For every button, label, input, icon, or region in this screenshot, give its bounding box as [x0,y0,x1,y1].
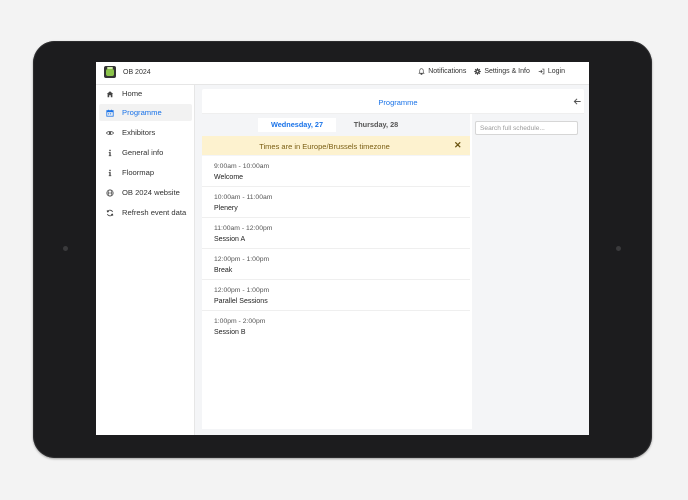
home-icon [106,90,114,97]
arrow-left-icon[interactable] [573,97,582,106]
session-item[interactable]: 12:00pm - 1:00pm Parallel Sessions [202,280,470,311]
sidebar-item-label: Programme [122,108,162,117]
gear-icon [474,68,482,75]
close-icon[interactable]: ✕ [454,140,462,151]
login-button[interactable]: Login [538,68,565,75]
session-name: Plenery [214,205,238,212]
sidebar-item-programme[interactable]: Programme [99,104,192,121]
sign-in-icon [538,68,545,75]
camera-left [63,246,68,251]
sidebar-item-label: Home [122,89,143,98]
session-item[interactable]: 1:00pm - 2:00pm Session B [202,311,470,342]
bell-icon [418,68,425,75]
list-background [202,339,470,429]
session-time: 11:00am - 12:00pm [214,225,273,232]
session-name: Session A [214,236,246,243]
day-tabs: Wednesday, 27 Thursday, 28 [202,114,470,136]
top-actions: Notifications Settings & Info Login [418,68,565,75]
sidebar-item-website[interactable]: OB 2024 website [99,184,192,201]
sidebar-item-label: Floormap [122,168,155,177]
session-name: Session B [214,329,246,336]
sidebar-item-label: Exhibitors [122,128,156,137]
sidebar: Home Programme Exhibitors General info F… [96,85,195,435]
page-title: Programme [378,98,418,107]
globe-icon [106,188,114,197]
settings-info-label: Settings & Info [484,68,530,75]
session-time: 9:00am - 10:00am [214,163,270,170]
schedule-area: Wednesday, 27 Thursday, 28 Times are in … [202,114,470,429]
session-time: 12:00pm - 1:00pm [214,256,270,263]
camera-right [616,246,621,251]
panel-header: Programme [202,89,584,114]
sidebar-item-general-info[interactable]: General info [99,144,192,161]
tab-wednesday[interactable]: Wednesday, 27 [258,118,336,132]
session-time: 1:00pm - 2:00pm [214,318,266,325]
session-name: Welcome [214,174,244,181]
timezone-notice: Times are in Europe/Brussels timezone [259,142,390,151]
session-list: 9:00am - 10:00am Welcome 10:00am - 11:00… [202,156,470,342]
session-time: 12:00pm - 1:00pm [214,287,270,294]
session-item[interactable]: 10:00am - 11:00am Plenery [202,187,470,218]
session-item[interactable]: 9:00am - 10:00am Welcome [202,156,470,187]
top-bar: OB 2024 Notifications Settings & Info Lo… [96,62,589,85]
session-name: Parallel Sessions [214,298,268,305]
search-input[interactable] [475,121,578,135]
sidebar-item-label: General info [122,148,164,157]
sidebar-item-floormap[interactable]: Floormap [99,164,192,181]
session-name: Break [214,267,233,274]
session-item[interactable]: 11:00am - 12:00pm Session A [202,218,470,249]
notifications-label: Notifications [428,68,467,75]
sidebar-item-refresh[interactable]: Refresh event data [99,204,192,221]
eye-icon [106,130,114,135]
settings-info-button[interactable]: Settings & Info [474,68,530,75]
session-time: 10:00am - 11:00am [214,194,273,201]
timezone-banner: Times are in Europe/Brussels timezone ✕ [202,136,470,155]
calendar-icon [106,109,114,117]
info-icon [108,169,112,176]
login-label: Login [547,68,565,75]
session-item[interactable]: 12:00pm - 1:00pm Break [202,249,470,280]
programme-panel: Programme Wednesday, 27 Thursday, 28 Tim… [202,89,584,429]
sidebar-item-label: Refresh event data [122,208,187,217]
app-title: OB 2024 [123,69,151,76]
notifications-button[interactable]: Notifications [418,68,466,75]
sidebar-item-exhibitors[interactable]: Exhibitors [99,124,192,141]
sidebar-item-home[interactable]: Home [99,85,192,102]
app-screen: OB 2024 Notifications Settings & Info Lo… [96,62,589,435]
search-pane [472,114,584,429]
tab-thursday[interactable]: Thursday, 28 [337,118,415,132]
info-icon [108,149,112,156]
app-logo-icon [104,66,116,78]
sidebar-item-label: OB 2024 website [122,188,180,197]
refresh-icon [106,209,114,216]
